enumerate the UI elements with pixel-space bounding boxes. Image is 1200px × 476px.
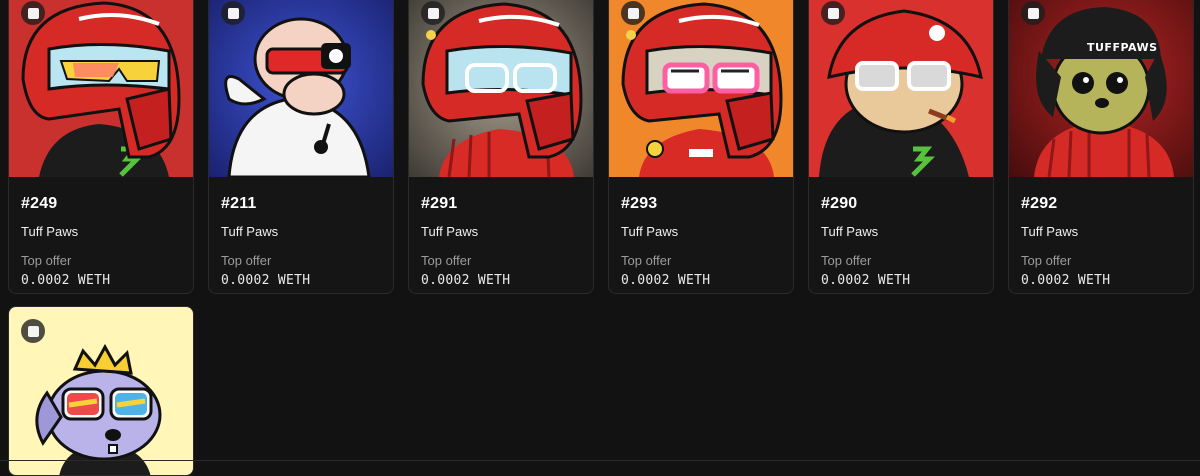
top-offer-value: 0.0002 WETH [621,273,711,288]
nft-info: #290 Tuff Paws Top offer 0.0002 WETH [821,195,983,288]
grid-bottom-divider [0,460,1200,461]
nft-card-249[interactable]: #249 Tuff Paws Top offer 0.0002 WETH [8,0,194,294]
nft-image[interactable] [409,0,593,177]
top-offer-label: Top offer [621,253,672,268]
collection-name[interactable]: Tuff Paws [821,224,983,239]
nft-card-293[interactable]: #293 Tuff Paws Top offer 0.0002 WETH [608,0,794,294]
nft-grid: #249 Tuff Paws Top offer 0.0002 WETH #21… [0,0,1200,476]
select-checkbox[interactable] [21,1,45,25]
collection-name[interactable]: Tuff Paws [621,224,783,239]
nft-card-291[interactable]: #291 Tuff Paws Top offer 0.0002 WETH [408,0,594,294]
top-offer-value: 0.0002 WETH [421,273,511,288]
nft-card-211[interactable]: #211 Tuff Paws Top offer 0.0002 WETH [208,0,394,294]
nft-card-290[interactable]: #290 Tuff Paws Top offer 0.0002 WETH [808,0,994,294]
top-offer-value: 0.0002 WETH [1021,273,1111,288]
token-id[interactable]: #249 [21,195,183,213]
top-offer-label: Top offer [221,253,272,268]
checkbox-square-icon [827,7,839,19]
top-offer-label: Top offer [1021,253,1072,268]
top-offer-label: Top offer [821,253,872,268]
checkbox-square-icon [1027,7,1039,19]
nft-info: #291 Tuff Paws Top offer 0.0002 WETH [421,195,583,288]
nft-art-goggles-dog [209,0,393,177]
nft-info: #249 Tuff Paws Top offer 0.0002 WETH [21,195,183,288]
nft-art-bucket-hat-dog [809,0,993,177]
select-checkbox[interactable] [1021,1,1045,25]
select-checkbox[interactable] [421,1,445,25]
collection-name[interactable]: Tuff Paws [21,224,183,239]
collection-name[interactable]: Tuff Paws [421,224,583,239]
top-offer-label: Top offer [21,253,72,268]
nft-info: #293 Tuff Paws Top offer 0.0002 WETH [621,195,783,288]
nft-info: #211 Tuff Paws Top offer 0.0002 WETH [221,195,383,288]
top-offer-value: 0.0002 WETH [21,273,111,288]
nft-card-292[interactable]: TUFFPAWS #292 Tuff Paws Top offer 0.0002… [1008,0,1194,294]
token-id[interactable]: #292 [1021,195,1183,213]
token-id[interactable]: #293 [621,195,783,213]
nft-image[interactable]: TUFFPAWS [1009,0,1193,177]
nft-image[interactable] [809,0,993,177]
nft-art-helmet-dog-glasses [409,0,593,177]
nft-info: #292 Tuff Paws Top offer 0.0002 WETH [1021,195,1183,288]
collection-name[interactable]: Tuff Paws [1021,224,1183,239]
nft-art-helmet-dog [9,0,193,177]
top-offer-label: Top offer [421,253,472,268]
nft-image[interactable] [209,0,393,177]
top-offer-value: 0.0002 WETH [221,273,311,288]
checkbox-square-icon [27,325,39,337]
select-checkbox[interactable] [621,1,645,25]
select-checkbox[interactable] [21,319,45,343]
nft-image[interactable] [9,307,193,475]
select-checkbox[interactable] [221,1,245,25]
nft-image[interactable] [9,0,193,177]
top-offer-value: 0.0002 WETH [821,273,911,288]
checkbox-square-icon [427,7,439,19]
token-id[interactable]: #290 [821,195,983,213]
nft-art-helmet-dog-pink-glasses [609,0,793,177]
checkbox-square-icon [627,7,639,19]
nft-card-crown-dog[interactable] [8,306,194,476]
checkbox-square-icon [227,7,239,19]
token-id[interactable]: #291 [421,195,583,213]
token-id[interactable]: #211 [221,195,383,213]
nft-image[interactable] [609,0,793,177]
select-checkbox[interactable] [821,1,845,25]
checkbox-square-icon [27,7,39,19]
nft-art-ushanka-dog [1009,0,1193,177]
collection-name[interactable]: Tuff Paws [221,224,383,239]
hat-lettering: TUFFPAWS [1087,41,1158,54]
